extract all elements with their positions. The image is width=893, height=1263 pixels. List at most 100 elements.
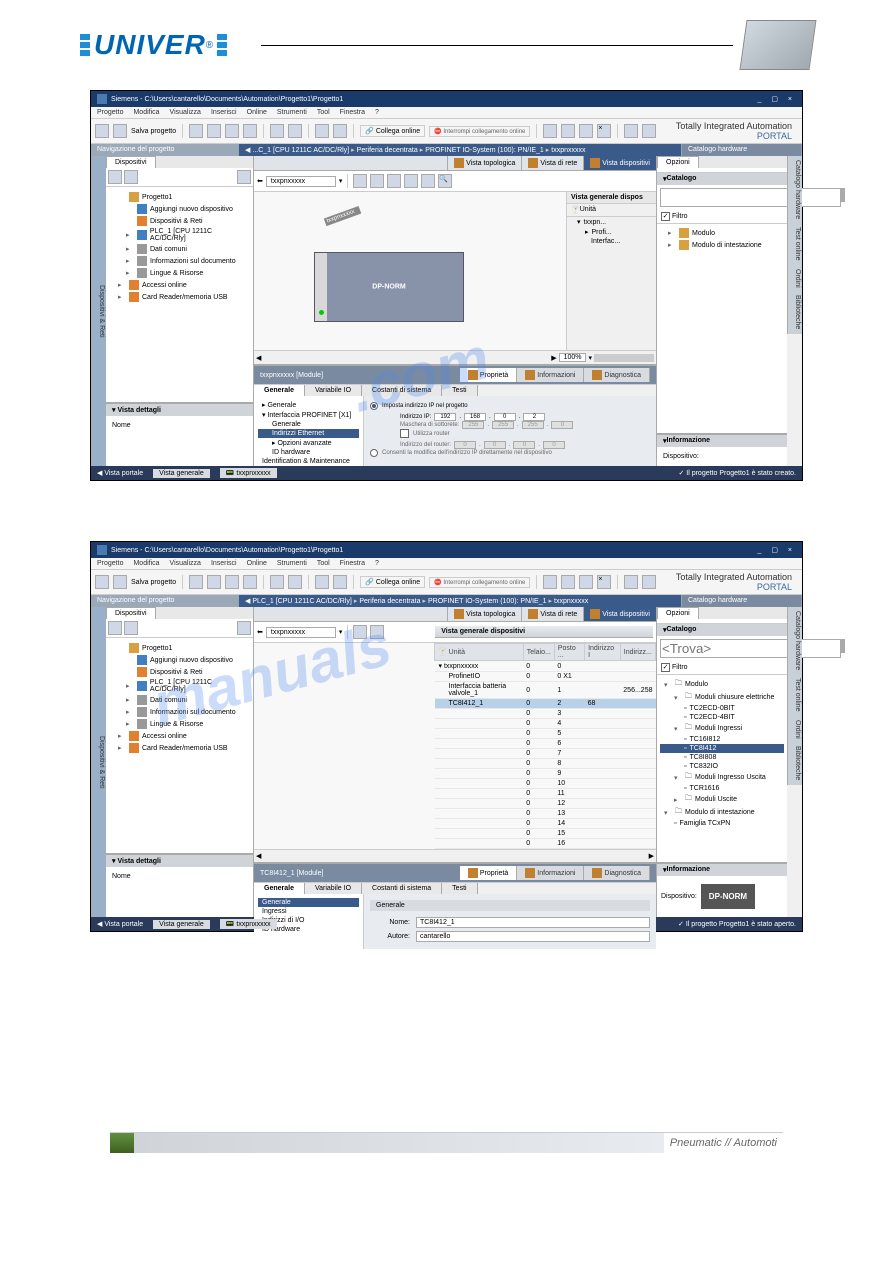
catalog-item[interactable]: ▸🗀 Moduli Uscite: [660, 793, 784, 806]
props-tab[interactable]: Diagnostica: [584, 368, 650, 382]
catalog-item[interactable]: ▫ TC2ECD-4BIT: [660, 713, 784, 722]
catalog-item[interactable]: ▫ TC8I808: [660, 753, 784, 762]
zoom-value[interactable]: 100%: [559, 353, 587, 362]
props-subtab[interactable]: Generale: [254, 883, 305, 894]
ip-2[interactable]: 168: [464, 413, 486, 421]
side-tab-biblio[interactable]: Biblioteche: [787, 291, 802, 333]
table-row[interactable]: Interfaccia batteria valvole_101256...25…: [435, 682, 656, 699]
catalog-item[interactable]: ▫ TCR1616: [660, 784, 784, 793]
catalog-label[interactable]: Catalogo: [667, 175, 697, 183]
props-subtab[interactable]: Testi: [442, 883, 477, 894]
plc-rack[interactable]: DP-NORM: [314, 252, 464, 322]
tree-item[interactable]: ▸Accessi online: [110, 279, 249, 291]
device-canvas[interactable]: txxpnxxxxx DP-NORM: [254, 192, 566, 350]
table-row[interactable]: TC8I412_10268: [435, 699, 656, 709]
window-controls[interactable]: _ ▢ ×: [758, 95, 796, 103]
tree-item[interactable]: ▸Card Reader/memoria USB: [110, 742, 249, 754]
catalog-item[interactable]: ▾🗀 Moduli Ingressi: [660, 722, 784, 735]
props-tab[interactable]: Informazioni: [517, 368, 584, 382]
tree-item[interactable]: ▸Dati comuni: [110, 694, 249, 706]
undo-icon[interactable]: [270, 124, 284, 138]
tool-icon-c[interactable]: [579, 124, 593, 138]
filter-checkbox[interactable]: [661, 663, 670, 672]
paste-icon[interactable]: [225, 124, 239, 138]
router-checkbox[interactable]: [400, 429, 409, 438]
copy-icon[interactable]: [207, 124, 221, 138]
table-row[interactable]: 09: [435, 769, 656, 779]
props-nav-item[interactable]: Generale: [258, 420, 359, 429]
breadcrumb[interactable]: ◀ PLC_1 [CPU 1211C AC/DC/Rly]▸ Periferia…: [239, 595, 682, 607]
dev-icon-2[interactable]: [370, 174, 384, 188]
table-row[interactable]: 014: [435, 819, 656, 829]
side-tab-catalog[interactable]: Catalogo hardware: [787, 156, 802, 223]
catalog-item[interactable]: ▫ Famiglia TCxPN: [660, 819, 784, 828]
tree-item[interactable]: ▸Dati comuni: [110, 243, 249, 255]
ip-1[interactable]: 192: [434, 413, 456, 421]
open-icon[interactable]: [113, 124, 127, 138]
upload-icon[interactable]: [333, 124, 347, 138]
tree-item[interactable]: ▸Accessi online: [110, 730, 249, 742]
table-row[interactable]: 07: [435, 749, 656, 759]
menu-help[interactable]: ?: [375, 109, 379, 116]
props-nav-item[interactable]: ▸ Generale: [258, 400, 359, 410]
props-tab[interactable]: Informazioni: [517, 866, 584, 880]
table-row[interactable]: 016: [435, 839, 656, 849]
props-nav-item[interactable]: ▸ Opzioni avanzate: [258, 438, 359, 448]
name-input[interactable]: TC8I412_1: [416, 917, 650, 928]
menubar[interactable]: Progetto Modifica Visualizza Inserisci O…: [91, 107, 802, 119]
props-nav-item[interactable]: ▾ Interfaccia PROFINET [X1]: [258, 410, 359, 420]
tree-item[interactable]: Progetto1: [110, 191, 249, 203]
save-button[interactable]: Salva progetto: [131, 128, 176, 135]
zoom-icon[interactable]: 🔍: [438, 174, 452, 188]
side-tab-ordini[interactable]: Ordini: [787, 265, 802, 292]
table-row[interactable]: 013: [435, 809, 656, 819]
catalog-item[interactable]: ▫ TC832IO: [660, 762, 784, 771]
props-nav-item[interactable]: Indirizzi Ethernet: [258, 429, 359, 438]
tool-icon-a[interactable]: [543, 124, 557, 138]
catalog-item[interactable]: ▾🗀 Modulo: [660, 678, 784, 691]
slot-overview[interactable]: Vista generale dispos 🍸Unità ▾txxpn... ▸…: [566, 192, 656, 350]
dev-icon-5[interactable]: [421, 174, 435, 188]
radio-ip-project[interactable]: [370, 402, 378, 410]
tree-item[interactable]: ▸Lingue & Risorse: [110, 718, 249, 730]
tab-opzioni[interactable]: Opzioni: [657, 156, 699, 168]
props-tab[interactable]: Proprietà: [460, 368, 517, 382]
table-row[interactable]: 05: [435, 729, 656, 739]
window-controls[interactable]: _ ▢ ×: [758, 546, 796, 554]
tree-item[interactable]: ▸Modulo: [660, 227, 784, 239]
menu-inserisci[interactable]: Inserisci: [211, 109, 237, 116]
view-tab[interactable]: Vista di rete: [521, 156, 583, 170]
menu-tool[interactable]: Tool: [317, 109, 330, 116]
tool-icon-e[interactable]: [642, 124, 656, 138]
props-tab[interactable]: Diagnostica: [584, 866, 650, 880]
props-nav-item[interactable]: Ingressi: [258, 907, 359, 916]
download-icon[interactable]: [315, 124, 329, 138]
catalog-tree[interactable]: ▾🗀 Modulo▾🗀 Moduli chiusure elettriche▫ …: [657, 675, 787, 862]
zoom-bar[interactable]: ◀▶ 100% ▾: [254, 350, 656, 364]
menu-online[interactable]: Online: [247, 109, 267, 116]
dev-icon-1[interactable]: [353, 174, 367, 188]
catalog-item[interactable]: ▾🗀 Modulo di intestazione: [660, 806, 784, 819]
catalog-item[interactable]: ▫ TC8I412: [660, 744, 784, 753]
props-subtab[interactable]: Generale: [254, 385, 305, 396]
table-row[interactable]: 06: [435, 739, 656, 749]
delete-icon[interactable]: [243, 124, 257, 138]
tree-icon-3[interactable]: [237, 170, 251, 184]
tree-icon-2[interactable]: [124, 170, 138, 184]
tree-item[interactable]: Progetto1: [110, 642, 249, 654]
project-tree[interactable]: Progetto1Aggiungi nuovo dispositivoDispo…: [106, 187, 253, 402]
dev-icon-3[interactable]: [387, 174, 401, 188]
search-icon-2[interactable]: [843, 188, 845, 202]
view-tab[interactable]: Vista dispositivi: [583, 607, 656, 621]
new-icon[interactable]: [95, 124, 109, 138]
props-nav-item[interactable]: Generale: [258, 898, 359, 907]
tool-icon-b[interactable]: [561, 124, 575, 138]
props-subtab[interactable]: Costanti di sistema: [362, 883, 442, 894]
tree-item[interactable]: ▸Informazioni sul documento: [110, 255, 249, 267]
table-row[interactable]: ▾ txxpnxxxxx00: [435, 661, 656, 672]
ip-3[interactable]: 0: [494, 413, 516, 421]
table-row[interactable]: 010: [435, 779, 656, 789]
menu-modifica[interactable]: Modifica: [133, 109, 159, 116]
props-subtab[interactable]: Costanti di sistema: [362, 385, 442, 396]
info-header[interactable]: Informazione: [667, 437, 711, 445]
